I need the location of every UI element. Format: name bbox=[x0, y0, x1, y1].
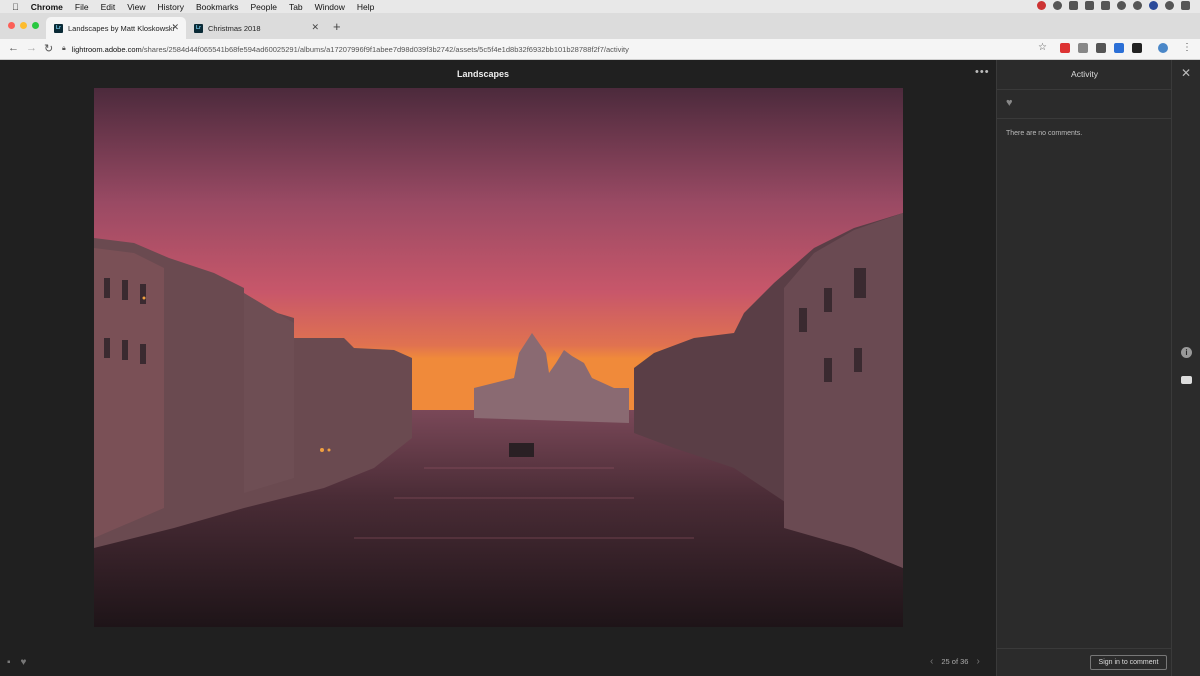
system-tray bbox=[1037, 1, 1190, 10]
creative-cloud-icon[interactable] bbox=[1037, 1, 1046, 10]
lightroom-favicon-icon: Lr bbox=[54, 23, 63, 33]
lock-icon: 🔒︎ bbox=[62, 45, 66, 52]
menu-bookmarks[interactable]: Bookmarks bbox=[196, 2, 239, 12]
bookmark-star-icon[interactable]: ☆ bbox=[1038, 42, 1047, 53]
tab-title: Landscapes by Matt Kloskowski bbox=[68, 23, 175, 33]
menu-people[interactable]: People bbox=[250, 2, 276, 12]
comment-icon[interactable]: ▪ bbox=[7, 657, 11, 668]
empty-comments-message: There are no comments. bbox=[1006, 130, 1083, 137]
back-arrow-icon[interactable]: ← bbox=[8, 42, 19, 54]
tab-christmas[interactable]: Lr Christmas 2018 ✕ bbox=[186, 17, 326, 39]
extension-icon[interactable] bbox=[1114, 43, 1124, 53]
photo-position: 25 of 36 bbox=[941, 657, 969, 666]
browser-toolbar: ← → ↻ 🔒︎ lightroom.adobe.com/shares/2584… bbox=[0, 39, 1200, 60]
forward-arrow-icon[interactable]: → bbox=[26, 42, 37, 54]
notification-center-icon[interactable] bbox=[1181, 1, 1190, 10]
browser-tab-strip: Lr Landscapes by Matt Kloskowski ✕ Lr Ch… bbox=[0, 13, 1200, 39]
previous-photo-chevron-icon[interactable]: ‹ bbox=[930, 656, 933, 667]
extension-icon[interactable] bbox=[1132, 43, 1142, 53]
screen-record-icon[interactable] bbox=[1085, 1, 1094, 10]
reload-icon[interactable]: ↻ bbox=[44, 42, 53, 55]
heart-icon[interactable]: ♥ bbox=[21, 657, 27, 668]
extension-icon[interactable] bbox=[1060, 43, 1070, 53]
divider bbox=[997, 118, 1172, 119]
camera-extension-icon[interactable] bbox=[1078, 43, 1088, 53]
url-path: /shares/2584d44f065541b68fe594ad60025291… bbox=[141, 44, 629, 54]
tab-close-icon[interactable]: ✕ bbox=[311, 22, 319, 33]
menu-file[interactable]: File bbox=[75, 2, 89, 12]
window-minimize-button[interactable] bbox=[20, 22, 27, 29]
spotlight-search-icon[interactable] bbox=[1165, 1, 1174, 10]
user-avatar-icon[interactable] bbox=[1149, 1, 1158, 10]
url-text: lightroom.adobe.com/shares/2584d44f06554… bbox=[72, 45, 629, 54]
profile-avatar-icon[interactable] bbox=[1158, 43, 1168, 53]
menu-window[interactable]: Window bbox=[315, 2, 345, 12]
photo-venice-canal bbox=[94, 88, 903, 627]
menu-help[interactable]: Help bbox=[357, 2, 374, 12]
tab-landscapes[interactable]: Lr Landscapes by Matt Kloskowski ✕ bbox=[46, 17, 186, 39]
window-zoom-button[interactable] bbox=[32, 22, 39, 29]
wifi-icon[interactable] bbox=[1133, 1, 1142, 10]
bluetooth-icon[interactable] bbox=[1117, 1, 1126, 10]
tab-close-icon[interactable]: ✕ bbox=[171, 22, 179, 33]
display-icon[interactable] bbox=[1101, 1, 1110, 10]
close-icon[interactable]: ✕ bbox=[1181, 66, 1191, 80]
activity-title: Activity bbox=[1071, 69, 1098, 79]
extension-icon[interactable] bbox=[1096, 43, 1106, 53]
activity-panel: Activity ♥ There are no comments. Sign i… bbox=[996, 60, 1172, 676]
browser-menu-icon[interactable]: ⋮ bbox=[1182, 42, 1192, 53]
divider bbox=[997, 89, 1172, 90]
comment-icon[interactable] bbox=[1181, 376, 1192, 384]
menu-history[interactable]: History bbox=[158, 2, 184, 12]
info-icon[interactable]: i bbox=[1181, 347, 1192, 358]
menu-edit[interactable]: Edit bbox=[101, 2, 116, 12]
album-title: Landscapes bbox=[456, 69, 510, 79]
window-close-button[interactable] bbox=[8, 22, 15, 29]
more-options-icon[interactable]: ••• bbox=[975, 66, 990, 78]
new-tab-button[interactable]: + bbox=[333, 19, 341, 34]
photo-actions: ▪ ♥ bbox=[7, 657, 26, 668]
lightroom-favicon-icon: Lr bbox=[194, 23, 203, 33]
sign-in-to-comment-button[interactable]: Sign in to comment bbox=[1090, 655, 1167, 670]
address-bar[interactable]: 🔒︎ lightroom.adobe.com/shares/2584d44f06… bbox=[62, 41, 1057, 57]
menu-tab[interactable]: Tab bbox=[289, 2, 303, 12]
chat-icon[interactable] bbox=[1069, 1, 1078, 10]
menu-app-name[interactable]: Chrome bbox=[31, 2, 63, 12]
tab-title: Christmas 2018 bbox=[208, 23, 261, 33]
photo-image bbox=[94, 88, 903, 627]
dropbox-icon[interactable] bbox=[1053, 1, 1062, 10]
photo-viewer: Landscapes ••• ▪ ♥ ‹ 25 of 36 › bbox=[0, 60, 996, 676]
photo-pager: ‹ 25 of 36 › bbox=[930, 656, 980, 667]
right-icon-rail: ✕ i bbox=[1171, 60, 1200, 676]
macos-menu-bar:  Chrome File Edit View History Bookmark… bbox=[0, 0, 1200, 13]
like-heart-icon[interactable]: ♥ bbox=[1006, 97, 1013, 109]
next-photo-chevron-icon[interactable]: › bbox=[976, 656, 979, 667]
apple-logo-icon[interactable]:  bbox=[12, 2, 19, 12]
extensions-row bbox=[1060, 43, 1168, 53]
divider bbox=[997, 648, 1172, 649]
menu-view[interactable]: View bbox=[127, 2, 145, 12]
url-host: lightroom.adobe.com bbox=[71, 44, 142, 54]
